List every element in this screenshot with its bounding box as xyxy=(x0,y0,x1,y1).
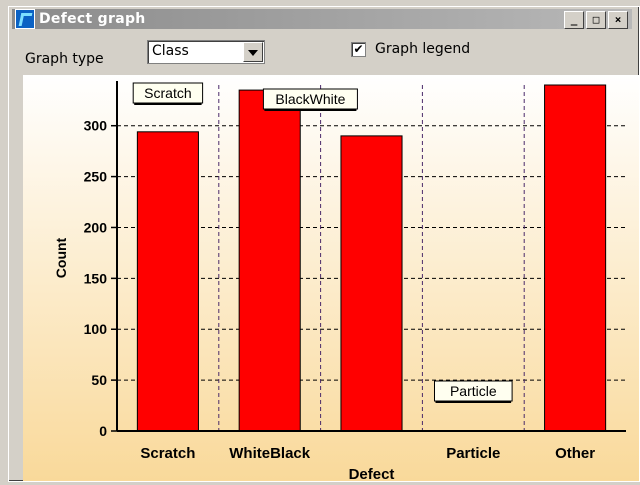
bar xyxy=(136,131,199,432)
x-tick-label: Scratch xyxy=(140,445,195,462)
title-bar[interactable]: Defect graph _ □ × xyxy=(12,9,632,29)
y-tick-label: 100 xyxy=(84,321,108,337)
y-tick-label: 300 xyxy=(84,118,108,134)
graph-legend-checkbox[interactable]: ✔ xyxy=(351,42,366,57)
bar xyxy=(238,89,301,432)
defect-graph-window: Defect graph _ □ × Graph type Class ✔ Gr… xyxy=(8,6,640,483)
y-tick-label: 150 xyxy=(84,270,108,286)
bar xyxy=(544,84,607,432)
y-tick-label: 250 xyxy=(84,169,108,185)
window-controls: _ □ × xyxy=(564,11,628,29)
graph-type-label: Graph type xyxy=(25,51,104,67)
chevron-down-icon[interactable] xyxy=(243,42,263,62)
maximize-button[interactable]: □ xyxy=(586,11,606,29)
x-axis-title: Defect xyxy=(349,466,395,481)
x-tick-label: Other xyxy=(555,445,595,462)
bar xyxy=(340,135,403,432)
graph-type-value: Class xyxy=(152,43,189,59)
close-button[interactable]: × xyxy=(608,11,628,29)
y-tick-label: 200 xyxy=(84,219,108,235)
annotation-label: Particle xyxy=(450,383,497,399)
chart-area: 0 50 100 150 200 250 300 Scratch WhiteBlack Parti… xyxy=(23,75,639,483)
defect-bar-chart: 0 50 100 150 200 250 300 Scratch WhiteBlack Parti… xyxy=(23,75,639,483)
y-tick-label: 0 xyxy=(99,423,107,439)
y-tick-label: 50 xyxy=(91,372,107,388)
app-icon xyxy=(15,9,35,29)
x-tick-label: Particle xyxy=(446,445,500,462)
graph-toolbar: Graph type Class ✔ Graph legend xyxy=(9,37,639,71)
y-axis-title: Count xyxy=(53,237,69,278)
graph-legend-label: Graph legend xyxy=(375,41,471,57)
graph-type-select[interactable]: Class xyxy=(147,40,265,64)
annotation-label: Scratch xyxy=(144,85,191,101)
x-tick-label: WhiteBlack xyxy=(229,445,311,462)
minimize-button[interactable]: _ xyxy=(564,11,584,29)
annotation-label: BlackWhite xyxy=(275,91,345,107)
window-title: Defect graph xyxy=(39,11,146,27)
